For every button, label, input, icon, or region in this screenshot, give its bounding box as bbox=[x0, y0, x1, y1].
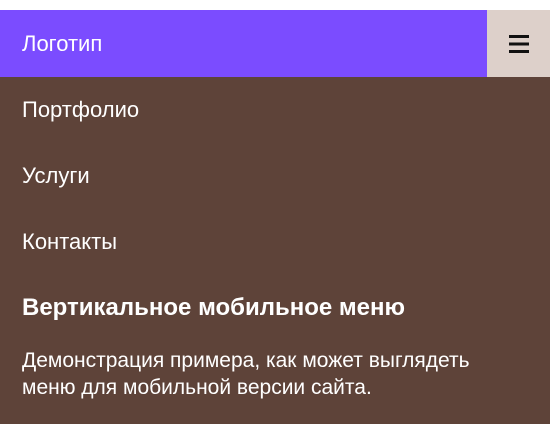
menu-toggle-button[interactable] bbox=[487, 10, 550, 77]
content-description: Демонстрация примера, как может выглядет… bbox=[22, 349, 470, 399]
menu-item-contacts[interactable]: Контакты bbox=[0, 209, 550, 275]
menu-links: Портфолио Услуги Контакты bbox=[0, 77, 550, 275]
content-section: Вертикальное мобильное меню Демонстрация… bbox=[0, 291, 550, 401]
menu-item-services[interactable]: Услуги bbox=[0, 143, 550, 209]
menu-item-portfolio[interactable]: Портфолио bbox=[0, 77, 550, 143]
topnav: Логотип bbox=[0, 10, 550, 77]
content-heading: Вертикальное мобильное меню bbox=[22, 294, 406, 321]
page: Логотип Портфолио Услуги Контакты Вертик… bbox=[0, 0, 550, 424]
mobile-container: Логотип Портфолио Услуги Контакты Вертик… bbox=[0, 10, 550, 424]
logo-link[interactable]: Логотип bbox=[0, 10, 487, 77]
hamburger-menu-icon bbox=[508, 34, 529, 53]
